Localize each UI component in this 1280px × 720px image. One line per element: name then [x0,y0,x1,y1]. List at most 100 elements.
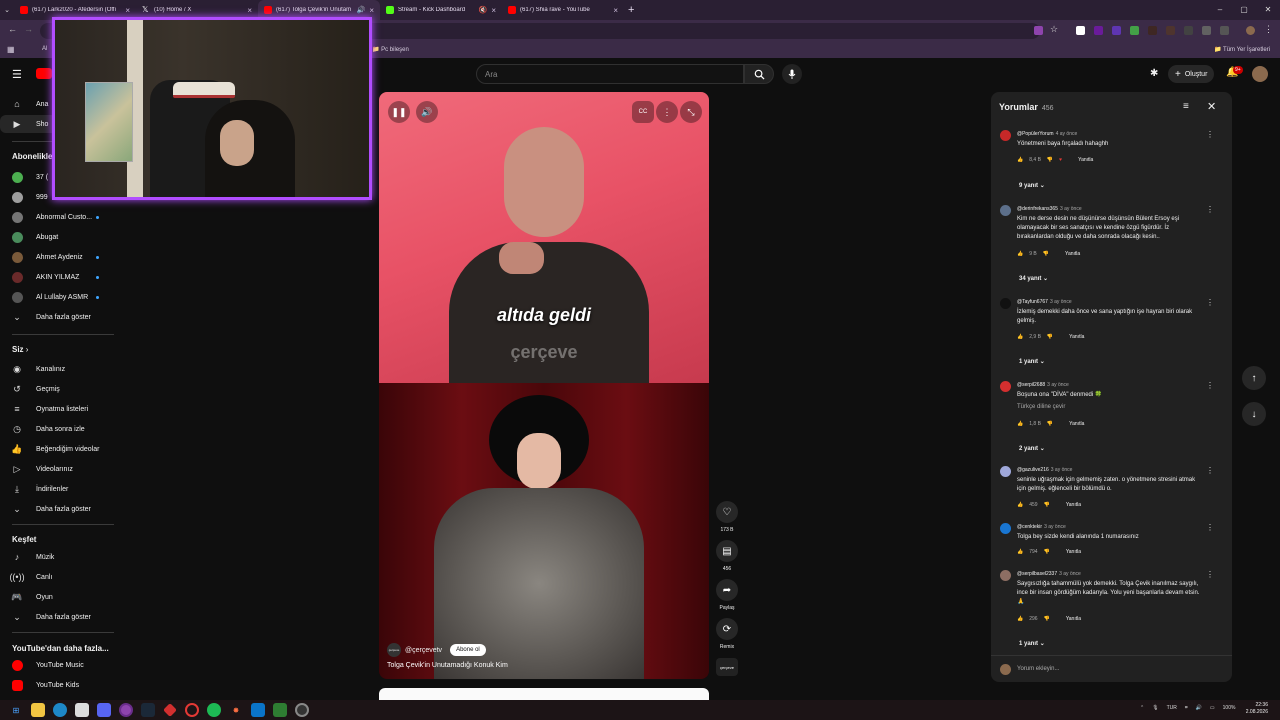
comment-menu-icon[interactable]: ⋮ [1206,466,1214,475]
youtube-logo[interactable] [36,68,52,79]
comment-author[interactable]: @PopülerYorum [1017,131,1054,137]
all-bookmarks[interactable]: 📁 Tüm Yer İşaretleri [1214,46,1270,53]
comment-time[interactable]: 3 ay önce [1050,299,1072,305]
comments-action[interactable]: ▤ 456 [716,540,738,572]
search-input[interactable]: Ara [476,64,744,84]
shorts-video-player[interactable]: altıda geldi çerçeve ❚❚ 🔊 CC ⋮ ⤡ çerçeve… [379,92,709,679]
channel-name[interactable]: @çerçevetv [405,647,442,654]
maximize-icon[interactable]: ▢ [1232,0,1256,20]
subscription-item[interactable]: AKIN YILMAZ [0,268,115,286]
thumbs-up-icon[interactable]: 👍 [1017,502,1023,508]
tab-4[interactable]: Stream - Kick Dashboard 🔇 × [380,0,502,20]
store-icon[interactable] [75,703,89,717]
reply-button[interactable]: Yanıtla [1069,421,1084,427]
replies-toggle[interactable]: 1 yanıt ⌄ [1019,640,1045,647]
tab-5[interactable]: (617) Shia rave - YouTube × [502,0,624,20]
comment-author[interactable]: @Tayfun6767 [1017,299,1048,305]
comment-menu-icon[interactable]: ⋮ [1206,130,1214,139]
battery-icon[interactable]: ▭ [1210,705,1215,711]
translate-link[interactable]: Türkçe diline çevir [1017,404,1065,410]
opera-icon[interactable] [185,703,199,717]
captions-button[interactable]: CC [632,101,654,123]
hamburger-menu-icon[interactable]: ☰ [12,68,22,81]
comment-menu-icon[interactable]: ⋮ [1206,205,1214,214]
network-icon[interactable]: ⌗ [1185,705,1188,711]
avatar[interactable] [1000,205,1011,216]
avatar[interactable] [1000,466,1011,477]
thumbs-up-icon[interactable]: 👍 [1017,549,1023,555]
discord-icon[interactable] [97,703,111,717]
comment-author[interactable]: @serpil2688 [1017,382,1045,388]
subscriptions-heading[interactable]: Abonelikle [12,152,52,161]
more-options-button[interactable]: ⋮ [656,101,678,123]
like-action[interactable]: ♡ 173 B [716,501,738,533]
vscode-icon[interactable] [251,703,265,717]
thumbs-down-icon[interactable]: 👎 [1047,334,1053,340]
close-tab-icon[interactable]: × [125,6,130,15]
comment-time[interactable]: 3 ay önce [1059,571,1081,577]
obs-icon[interactable] [295,703,309,717]
spotify-icon[interactable] [207,703,221,717]
comment-author[interactable]: @serpilbasel2337 [1017,571,1057,577]
thumbs-up-icon[interactable]: 👍 [1017,421,1023,427]
extension-icon[interactable] [1202,26,1211,35]
new-tab-button[interactable]: + [628,4,634,16]
voice-search-button[interactable] [782,64,802,84]
sidebar-item-history[interactable]: ↺ Geçmiş [0,380,115,398]
thumbs-down-icon[interactable]: 👎 [1044,549,1050,555]
close-tab-icon[interactable]: × [491,6,496,15]
comment-time[interactable]: 3 ay önce [1051,467,1073,473]
back-icon[interactable]: ← [8,24,17,34]
fullscreen-button[interactable]: ⤡ [680,101,702,123]
extension-icon[interactable] [1034,26,1043,35]
extension-icon[interactable] [1094,26,1103,35]
show-more-explore[interactable]: ⌄ Daha fazla göster [0,608,115,626]
app-icon[interactable] [163,703,177,717]
subscribe-button[interactable]: Abone ol [450,644,486,656]
thumbs-up-icon[interactable]: 👍 [1017,616,1023,622]
close-tab-icon[interactable]: × [247,6,252,15]
microphone-icon[interactable]: 🎙 [1152,705,1158,711]
subscription-item[interactable]: Al Lullaby ASMR [0,288,115,306]
comment-time[interactable]: 3 ay önce [1060,206,1082,212]
replies-toggle[interactable]: 9 yanıt ⌄ [1019,182,1045,189]
sidebar-item-live[interactable]: ((•)) Canlı [0,568,115,586]
thumbs-down-icon[interactable]: 👎 [1043,251,1049,257]
sidebar-item-watch-later[interactable]: ◷ Daha sonra izle [0,420,115,438]
extension-icon[interactable] [1112,26,1121,35]
puzzle-icon[interactable] [1220,26,1229,35]
reply-button[interactable]: Yanıtla [1066,616,1081,622]
show-more-subscriptions[interactable]: ⌄ Daha fazla göster [0,308,115,326]
subscription-item[interactable]: Abugat [0,228,115,246]
apps-icon[interactable]: ▦ [7,45,15,54]
sidebar-item-your-videos[interactable]: ▷ Videolarınız [0,460,115,478]
comment-time[interactable]: 3 ay önce [1044,524,1066,530]
subscription-item[interactable]: Ahmet Aydeniz [0,248,115,266]
file-explorer-icon[interactable] [31,703,45,717]
chrome-icon[interactable] [119,703,133,717]
reply-button[interactable]: Yanıtla [1065,251,1080,257]
reply-button[interactable]: Yanıtla [1069,334,1084,340]
reply-button[interactable]: Yanıtla [1066,502,1081,508]
tab-search-icon[interactable]: ⌄ [0,6,14,14]
show-more-you[interactable]: ⌄ Daha fazla göster [0,500,115,518]
sort-icon[interactable]: ≡ [1183,101,1189,112]
clock[interactable]: 22:36 2.08.2026 [1246,702,1268,716]
avatar[interactable] [1000,130,1011,141]
avatar[interactable] [1000,381,1011,392]
comment-menu-icon[interactable]: ⋮ [1206,570,1214,579]
app-icon[interactable] [273,703,287,717]
forward-icon[interactable]: → [24,24,33,34]
reply-button[interactable]: Yanıtla [1066,549,1081,555]
close-tab-icon[interactable]: × [613,6,618,15]
cast-icon[interactable]: ✱ [1150,68,1158,79]
bookmark-item[interactable]: 📁 Pc bileşen [372,46,409,53]
audio-thumbnail[interactable]: çerçeve [716,658,738,676]
avatar[interactable] [1000,523,1011,534]
search-button[interactable] [744,64,774,84]
bookmark-star-icon[interactable]: ☆ [1050,24,1058,35]
avatar[interactable] [1000,570,1011,581]
replies-toggle[interactable]: 2 yanıt ⌄ [1019,445,1045,452]
extension-icon[interactable] [1130,26,1139,35]
chevron-up-icon[interactable]: ⌃ [1140,705,1144,711]
